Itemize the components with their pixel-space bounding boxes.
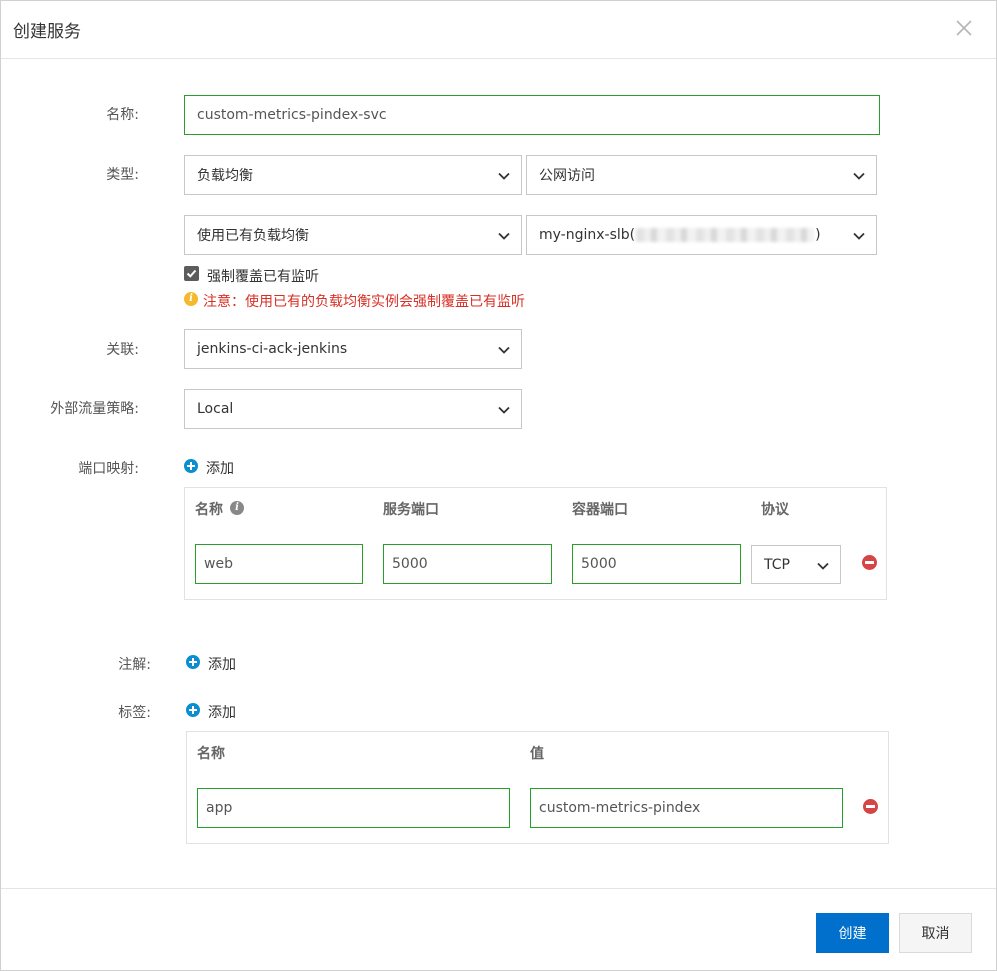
association-select[interactable]: jenkins-ci-ack-jenkins xyxy=(184,329,522,369)
dialog-title: 创建服务 xyxy=(13,22,81,42)
slb-warning-text: 注意：使用已有的负载均衡实例会强制覆盖已有监听 xyxy=(203,294,525,310)
container-port-input[interactable]: 5000 xyxy=(572,544,741,584)
add-port-button[interactable]: 添加 xyxy=(206,458,234,478)
annotations-label: 注解: xyxy=(118,657,151,673)
cancel-button[interactable]: 取消 xyxy=(899,913,972,953)
check-icon xyxy=(186,269,197,278)
slb-mode-select[interactable]: 使用已有负载均衡 xyxy=(184,215,522,255)
create-service-dialog: 创建服务 名称: custom-metrics-pindex-svc 类型: 负… xyxy=(0,0,997,971)
slb-instance-prefix: my-nginx-slb( xyxy=(539,227,636,243)
chevron-down-icon xyxy=(817,562,829,570)
info-icon[interactable]: i xyxy=(230,501,244,515)
labels-label: 标签: xyxy=(118,705,151,721)
chevron-down-icon xyxy=(853,232,865,240)
add-port-icon[interactable] xyxy=(184,459,198,473)
add-annotation-button[interactable]: 添加 xyxy=(208,654,236,674)
warning-info-icon: i xyxy=(184,292,198,306)
type-label: 类型: xyxy=(106,167,139,183)
service-type-select[interactable]: 负载均衡 xyxy=(184,155,522,195)
access-type-value: 公网访问 xyxy=(539,168,595,184)
chevron-down-icon xyxy=(498,406,510,414)
port-name-header: 名称 xyxy=(195,502,223,518)
access-type-select[interactable]: 公网访问 xyxy=(526,155,877,195)
slb-instance-select[interactable]: my-nginx-slb() xyxy=(526,215,877,255)
label-name-header: 名称 xyxy=(197,746,225,762)
label-value-header: 值 xyxy=(530,746,544,762)
add-annotation-icon[interactable] xyxy=(186,655,200,669)
service-port-input[interactable]: 5000 xyxy=(383,544,552,584)
service-port-header: 服务端口 xyxy=(383,502,439,518)
container-port-header: 容器端口 xyxy=(572,502,628,518)
traffic-policy-value: Local xyxy=(197,401,234,417)
close-icon[interactable] xyxy=(953,17,975,39)
name-label: 名称: xyxy=(106,107,139,123)
service-type-value: 负载均衡 xyxy=(197,168,253,184)
label-value-input[interactable]: custom-metrics-pindex xyxy=(530,788,843,828)
chevron-down-icon xyxy=(498,232,510,240)
association-label: 关联: xyxy=(106,342,139,358)
port-name-input[interactable]: web xyxy=(195,544,363,584)
chevron-down-icon xyxy=(498,172,510,180)
create-button[interactable]: 创建 xyxy=(816,913,889,953)
slb-instance-suffix: ) xyxy=(815,227,821,243)
association-value: jenkins-ci-ack-jenkins xyxy=(197,341,348,357)
slb-mode-value: 使用已有负载均衡 xyxy=(197,228,309,244)
remove-port-icon[interactable] xyxy=(862,555,877,570)
override-listener-label: 强制覆盖已有监听 xyxy=(207,269,319,285)
protocol-select[interactable]: TCP xyxy=(751,545,841,584)
traffic-policy-label: 外部流量策略: xyxy=(50,401,139,417)
port-mapping-label: 端口映射: xyxy=(78,461,139,477)
chevron-down-icon xyxy=(853,172,865,180)
add-label-button[interactable]: 添加 xyxy=(208,702,236,722)
remove-label-icon[interactable] xyxy=(863,799,878,814)
chevron-down-icon xyxy=(498,346,510,354)
name-input[interactable]: custom-metrics-pindex-svc xyxy=(184,95,880,135)
redacted-slb-id xyxy=(636,228,815,242)
override-listener-checkbox[interactable] xyxy=(184,266,199,281)
dialog-footer xyxy=(1,888,996,889)
protocol-value: TCP xyxy=(764,556,790,573)
protocol-header: 协议 xyxy=(761,502,789,518)
traffic-policy-select[interactable]: Local xyxy=(184,389,522,429)
dialog-header: 创建服务 xyxy=(1,1,996,59)
label-name-input[interactable]: app xyxy=(197,788,510,828)
add-label-icon[interactable] xyxy=(186,703,200,717)
